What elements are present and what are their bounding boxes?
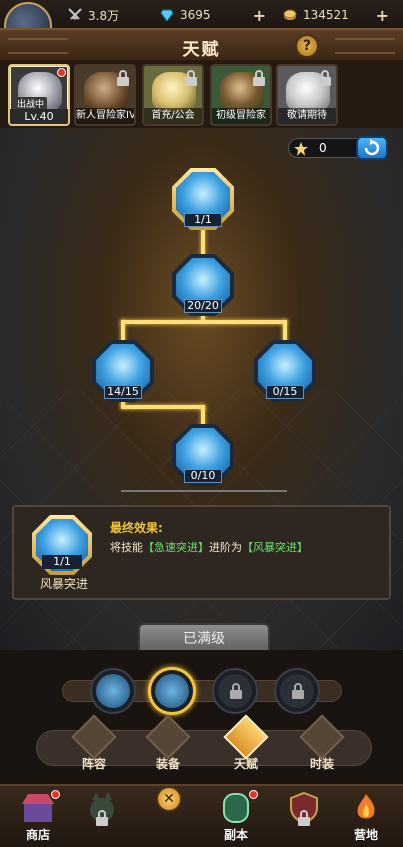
slash-skill-icon [96,674,130,708]
player-avatar[interactable] [0,0,62,50]
hero-name: 新人冒险家IV [76,108,134,124]
top-resource-bar: 3.8万 3695 + 134521 + [0,0,403,50]
storm-skill-icon [155,674,189,708]
talent-node[interactable]: 20/20 [172,254,234,316]
talent-node-final[interactable]: 1/1 [172,168,234,230]
hero-tab-bar: 出战中 Lv.40 新人冒险家IV 首充/公会 初级冒险家 敬请期待 [0,62,403,128]
tab-costume[interactable]: 时装 [292,714,352,771]
tab-label: 装备 [155,757,180,771]
gem-value: 3695 [180,8,211,22]
talent-node[interactable]: 0/15 [254,340,316,402]
coin-display: 134521 + [283,5,393,25]
hero-level: Lv.40 [10,109,68,124]
hero-name: 初级冒险家 [212,108,270,124]
helmet-icon [145,714,191,760]
gem-add-button[interactable]: + [253,6,266,25]
info-title: 最终效果: [110,521,163,535]
talent-node[interactable]: 14/15 [92,340,154,402]
hero-name: 敬请期待 [278,108,336,124]
title-bar: 天赋 ? [0,28,403,62]
lock-icon [253,70,265,86]
nav-label: 商店 [25,828,50,842]
power-display: 3.8万 [68,5,119,25]
lock-icon [298,810,310,826]
nav-camp[interactable]: 营地 [338,786,394,846]
notification-dot [51,790,60,799]
node-level: 14/15 [104,385,142,399]
help-button[interactable]: ? [295,34,319,58]
hero-tab-locked[interactable]: 首充/公会 [142,64,204,126]
lock-icon [292,683,304,699]
nav-shop[interactable]: 商店 [10,786,66,846]
talent-tree-area: 0 1/1 20/20 14/15 0/15 0/10 1/1 风暴突进 最终效… [0,128,403,650]
coin-icon [283,9,297,20]
lock-icon [230,683,242,699]
skill-from: 【急速突进】 [143,541,209,554]
tab-label: 天赋 [233,757,258,771]
lock-icon [96,810,108,826]
tab-talent[interactable]: 天赋 [216,714,276,771]
node-level: 0/15 [266,385,304,399]
node-level: 20/20 [184,299,222,313]
notification-dot [249,790,258,799]
nav-locked-slot[interactable] [276,786,332,846]
talent-node[interactable]: 0/10 [172,424,234,486]
tree-link [121,405,205,409]
lock-icon [117,70,129,86]
desc-text: 将技能 [110,541,143,554]
refresh-icon [364,139,380,156]
swords-icon [68,8,82,20]
campfire-icon [357,794,375,819]
node-level: 0/10 [184,469,222,483]
skill-to: 【风暴突进】 [242,541,308,554]
skill-slot-3-locked[interactable] [212,668,258,714]
nav-label: 营地 [353,828,378,842]
gem-icon [160,9,174,22]
close-button[interactable]: ✕ [156,786,182,812]
nav-locked-slot[interactable] [74,786,130,846]
skill-slot-4-locked[interactable] [274,668,320,714]
coin-value: 134521 [303,8,349,22]
info-level: 1/1 [42,555,82,569]
coin-add-button[interactable]: + [376,6,389,25]
info-talent-name: 风暴突进 [39,577,88,591]
star-icon [294,142,308,156]
tab-equipment[interactable]: 装备 [138,714,198,771]
nav-dungeon[interactable]: 副本 [208,786,264,846]
lineup-icon [71,714,117,760]
skill-slot-1[interactable] [90,668,136,714]
power-value: 3.8万 [88,8,120,23]
gem-display: 3695 + [160,5,270,25]
skill-slot-2-selected[interactable] [148,667,196,715]
lock-icon [319,70,331,86]
nav-label: 副本 [223,828,248,842]
notification-dot [57,68,66,77]
viking-helmet-icon [299,714,345,760]
tab-lineup[interactable]: 阵容 [64,714,124,771]
tab-label: 时装 [309,757,334,771]
desc-text: 进阶为 [209,541,242,554]
hero-tab-locked[interactable]: 敬请期待 [276,64,338,126]
maxed-button[interactable]: 已满级 [138,623,270,650]
node-level: 1/1 [184,213,222,227]
talent-info-panel: 1/1 风暴突进 最终效果: 将技能【急速突进】进阶为【风暴突进】 [12,505,391,600]
talent-icon [223,714,269,760]
tab-label: 阵容 [81,757,106,771]
lock-icon [185,70,197,86]
hero-tab-active[interactable]: 出战中 Lv.40 [8,64,70,126]
page-title: 天赋 [182,40,221,60]
hero-tab-locked[interactable]: 初级冒险家 [210,64,272,126]
tree-link [121,320,287,324]
skill-points-value: 0 [319,141,327,155]
hero-tab-locked[interactable]: 新人冒险家IV [74,64,136,126]
reset-talent-button[interactable] [356,136,388,160]
hero-name: 首充/公会 [144,108,202,124]
info-description: 将技能【急速突进】进阶为【风暴突进】 [110,539,308,555]
tree-link-inactive [121,490,287,492]
